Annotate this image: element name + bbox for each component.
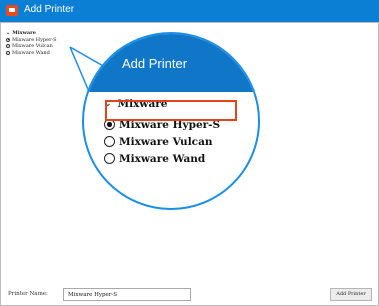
magnified-option-label: Mixware Wand: [119, 152, 206, 165]
magnified-option-label: Mixware Vulcan: [119, 135, 213, 148]
dialog-footer: Printer Name: Mixware Hyper-S Add Printe…: [0, 284, 379, 306]
radio-icon[interactable]: [104, 153, 115, 164]
magnifier-circle: Add Printer ⌄ Mixware Mixware Hyper-S Mi…: [82, 32, 260, 210]
printer-name-label: Printer Name:: [8, 291, 48, 297]
selection-highlight-box: [105, 100, 237, 121]
add-printer-button[interactable]: Add Printer: [330, 288, 372, 301]
radio-icon[interactable]: [104, 136, 115, 147]
printer-name-input[interactable]: Mixware Hyper-S: [63, 288, 191, 301]
magnified-option[interactable]: Mixware Wand: [104, 150, 220, 167]
magnified-option[interactable]: Mixware Vulcan: [104, 133, 220, 150]
magnified-title: Add Printer: [122, 56, 188, 71]
